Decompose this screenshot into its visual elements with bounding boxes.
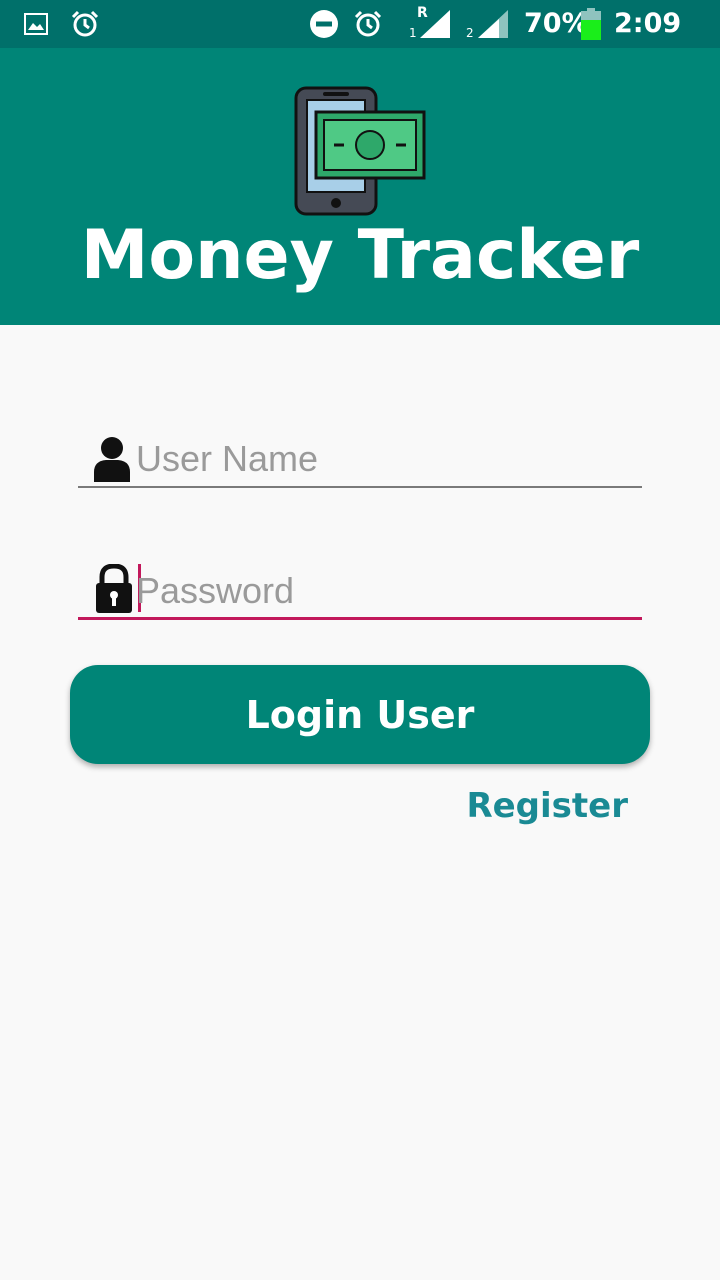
battery-percent: 70% bbox=[524, 8, 589, 39]
signal-sim1-icon bbox=[420, 10, 450, 38]
time-value: 2:09 bbox=[614, 8, 682, 39]
password-input[interactable] bbox=[136, 566, 636, 616]
image-icon bbox=[24, 13, 48, 35]
username-underline bbox=[78, 486, 642, 488]
password-underline bbox=[78, 617, 642, 620]
sim2-label: 2 bbox=[466, 26, 474, 40]
username-input[interactable] bbox=[136, 434, 636, 484]
sim1-label: 1 bbox=[409, 26, 417, 40]
username-field[interactable] bbox=[78, 418, 642, 488]
do-not-disturb-icon bbox=[310, 10, 338, 38]
app-title: Money Tracker bbox=[80, 216, 640, 295]
login-button[interactable]: Login User bbox=[70, 665, 650, 764]
phone-money-icon bbox=[294, 86, 426, 216]
lock-icon bbox=[96, 564, 132, 613]
register-link[interactable]: Register bbox=[466, 786, 628, 826]
alarm-icon bbox=[71, 10, 99, 37]
status-bar: R 1 2 70% 2:09 AM bbox=[0, 0, 720, 68]
user-icon bbox=[94, 437, 130, 482]
battery-icon bbox=[581, 8, 601, 40]
alarm-icon bbox=[354, 10, 382, 37]
app-header: Money Tracker bbox=[0, 48, 720, 325]
signal-sim2-icon bbox=[478, 10, 508, 38]
password-field[interactable] bbox=[78, 550, 642, 620]
